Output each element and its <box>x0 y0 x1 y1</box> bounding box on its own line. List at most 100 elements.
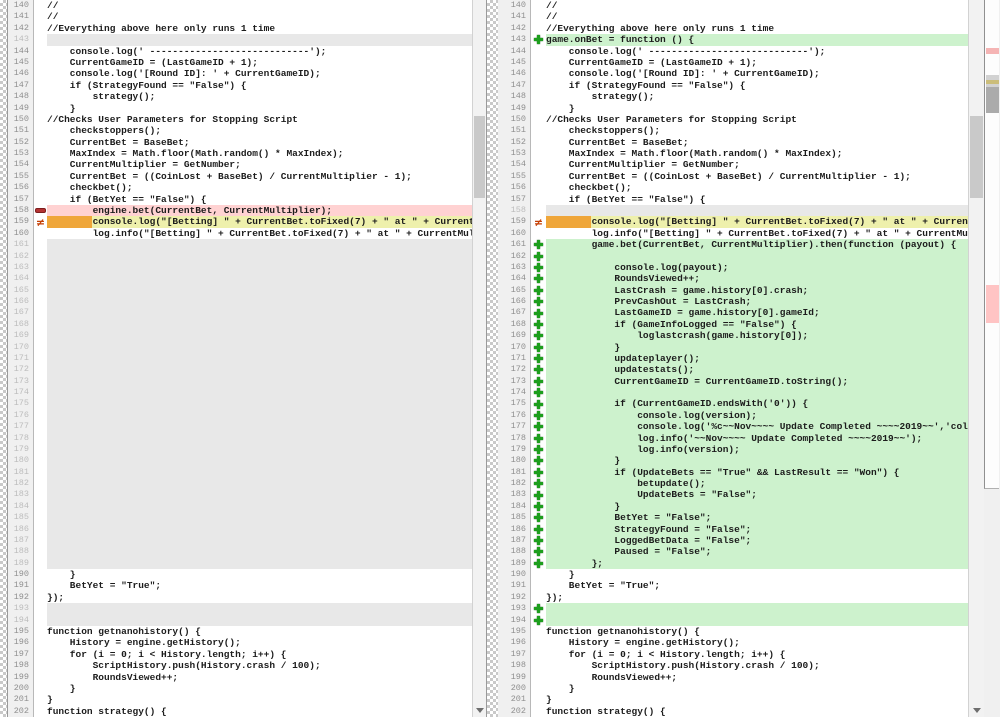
code-row[interactable]: 178 log.info('~~Nov~~~~ Update Completed… <box>498 433 968 444</box>
code-row[interactable]: 177 console.log('%c~~Nov~~~~ Update Comp… <box>498 421 968 432</box>
code-row[interactable]: 185 <box>8 512 472 523</box>
code-row[interactable]: 153 MaxIndex = Math.floor(Math.random() … <box>498 148 968 159</box>
code-row[interactable]: 154 CurrentMultiplier = GetNumber; <box>498 159 968 170</box>
code-row[interactable]: 181 <box>8 467 472 478</box>
code-row[interactable]: 197 for (i = 0; i < History.length; i++)… <box>498 649 968 660</box>
code-row[interactable]: 164 RoundsViewed++; <box>498 273 968 284</box>
code-row[interactable]: 145 CurrentGameID = (LastGameID + 1); <box>498 57 968 68</box>
code-row[interactable]: 172 updatestats(); <box>498 364 968 375</box>
diff-overview-map[interactable] <box>984 0 1000 717</box>
code-row[interactable]: 167 LastGameID = game.history[0].gameId; <box>498 307 968 318</box>
code-row[interactable]: 192}); <box>498 592 968 603</box>
code-row[interactable]: 175 <box>8 398 472 409</box>
code-row[interactable]: 141// <box>498 11 968 22</box>
code-row[interactable]: 174 <box>8 387 472 398</box>
code-row[interactable]: 183 UpdateBets = "False"; <box>498 489 968 500</box>
code-row[interactable]: 187 LoggedBetData = "False"; <box>498 535 968 546</box>
code-row[interactable]: 191 BetYet = "True"; <box>8 580 472 591</box>
code-row[interactable]: 159≠ console.log("[Betting] " + CurrentB… <box>8 216 472 227</box>
code-row[interactable]: 148 strategy(); <box>498 91 968 102</box>
code-row[interactable]: 142//Everything above here only runs 1 t… <box>498 23 968 34</box>
code-row[interactable]: 141// <box>8 11 472 22</box>
code-row[interactable]: 202function strategy() { <box>498 706 968 717</box>
code-row[interactable]: 164 <box>8 273 472 284</box>
code-row[interactable]: 150//Checks User Parameters for Stopping… <box>498 114 968 125</box>
code-row[interactable]: 183 <box>8 489 472 500</box>
code-row[interactable]: 194 <box>498 615 968 626</box>
code-row[interactable]: 168 <box>8 319 472 330</box>
code-row[interactable]: 143 <box>8 34 472 45</box>
code-row[interactable]: 184 <box>8 501 472 512</box>
code-row[interactable]: 144 console.log(' ----------------------… <box>8 46 472 57</box>
code-row[interactable]: 166 PrevCashOut = LastCrash; <box>498 296 968 307</box>
code-row[interactable]: 150//Checks User Parameters for Stopping… <box>8 114 472 125</box>
code-row[interactable]: 142//Everything above here only runs 1 t… <box>8 23 472 34</box>
code-row[interactable]: 194 <box>8 615 472 626</box>
code-row[interactable]: 151 checkstoppers(); <box>498 125 968 136</box>
code-row[interactable]: 161 game.bet(CurrentBet, CurrentMultipli… <box>498 239 968 250</box>
code-row[interactable]: 155 CurrentBet = ((CoinLost + BaseBet) /… <box>498 171 968 182</box>
code-row[interactable]: 160 log.info("[Betting] " + CurrentBet.t… <box>8 228 472 239</box>
code-row[interactable]: 201} <box>8 694 472 705</box>
code-row[interactable]: 160 log.info("[Betting] " + CurrentBet.t… <box>498 228 968 239</box>
code-row[interactable]: 165 LastCrash = game.history[0].crash; <box>498 285 968 296</box>
code-row[interactable]: 199 RoundsViewed++; <box>8 672 472 683</box>
code-row[interactable]: 181 if (UpdateBets == "True" && LastResu… <box>498 467 968 478</box>
code-row[interactable]: 147 if (StrategyFound == "False") { <box>8 80 472 91</box>
code-row[interactable]: 182 <box>8 478 472 489</box>
code-row[interactable]: 169 loglastcrash(game.history[0]); <box>498 330 968 341</box>
code-row[interactable]: 196 History = engine.getHistory(); <box>8 637 472 648</box>
code-row[interactable]: 144 console.log(' ----------------------… <box>498 46 968 57</box>
code-row[interactable]: 169 <box>8 330 472 341</box>
code-row[interactable]: 182 betupdate(); <box>498 478 968 489</box>
code-row[interactable]: 167 <box>8 307 472 318</box>
code-row[interactable]: 159≠ console.log("[Betting] " + CurrentB… <box>498 216 968 227</box>
code-row[interactable]: 193 <box>498 603 968 614</box>
code-row[interactable]: 155 CurrentBet = ((CoinLost + BaseBet) /… <box>8 171 472 182</box>
code-row[interactable]: 157 if (BetYet == "False") { <box>8 194 472 205</box>
code-row[interactable]: 191 BetYet = "True"; <box>498 580 968 591</box>
code-row[interactable]: 171 updateplayer(); <box>498 353 968 364</box>
left-vertical-scrollbar[interactable] <box>472 0 486 717</box>
code-row[interactable]: 163 console.log(payout); <box>498 262 968 273</box>
code-row[interactable]: 149 } <box>8 103 472 114</box>
code-row[interactable]: 188 Paused = "False"; <box>498 546 968 557</box>
code-row[interactable]: 189 }; <box>498 558 968 569</box>
code-row[interactable]: 198 ScriptHistory.push(History.crash / 1… <box>498 660 968 671</box>
right-file-pane[interactable]: 140//141//142//Everything above here onl… <box>498 0 968 717</box>
code-row[interactable]: 152 CurrentBet = BaseBet; <box>8 137 472 148</box>
diff-overview-panel[interactable] <box>984 0 999 489</box>
code-row[interactable]: 166 <box>8 296 472 307</box>
code-row[interactable]: 143game.onBet = function () { <box>498 34 968 45</box>
code-row[interactable]: 200 } <box>498 683 968 694</box>
code-row[interactable]: 149 } <box>498 103 968 114</box>
code-row[interactable]: 196 History = engine.getHistory(); <box>498 637 968 648</box>
code-row[interactable]: 171 <box>8 353 472 364</box>
code-row[interactable]: 200 } <box>8 683 472 694</box>
code-row[interactable]: 176 console.log(version); <box>498 410 968 421</box>
code-row[interactable]: 184 } <box>498 501 968 512</box>
code-row[interactable]: 186 <box>8 524 472 535</box>
code-row[interactable]: 140// <box>498 0 968 11</box>
code-row[interactable]: 145 CurrentGameID = (LastGameID + 1); <box>8 57 472 68</box>
code-row[interactable]: 156 checkbet(); <box>498 182 968 193</box>
code-row[interactable]: 180 <box>8 455 472 466</box>
left-scrollbar-thumb[interactable] <box>474 116 485 198</box>
code-row[interactable]: 202function strategy() { <box>8 706 472 717</box>
code-row[interactable]: 154 CurrentMultiplier = GetNumber; <box>8 159 472 170</box>
code-row[interactable]: 176 <box>8 410 472 421</box>
code-row[interactable]: 188 <box>8 546 472 557</box>
left-scrollbar-down-button[interactable] <box>473 703 486 717</box>
code-row[interactable]: 172 <box>8 364 472 375</box>
code-row[interactable]: 198 ScriptHistory.push(History.crash / 1… <box>8 660 472 671</box>
code-row[interactable]: 174 <box>498 387 968 398</box>
code-row[interactable]: 177 <box>8 421 472 432</box>
code-row[interactable]: 163 <box>8 262 472 273</box>
code-row[interactable]: 162 <box>8 251 472 262</box>
code-row[interactable]: 175 if (CurrentGameID.endsWith('0')) { <box>498 398 968 409</box>
code-row[interactable]: 161 <box>8 239 472 250</box>
code-row[interactable]: 192}); <box>8 592 472 603</box>
code-row[interactable]: 193 <box>8 603 472 614</box>
code-row[interactable]: 178 <box>8 433 472 444</box>
code-row[interactable]: 197 for (i = 0; i < History.length; i++)… <box>8 649 472 660</box>
